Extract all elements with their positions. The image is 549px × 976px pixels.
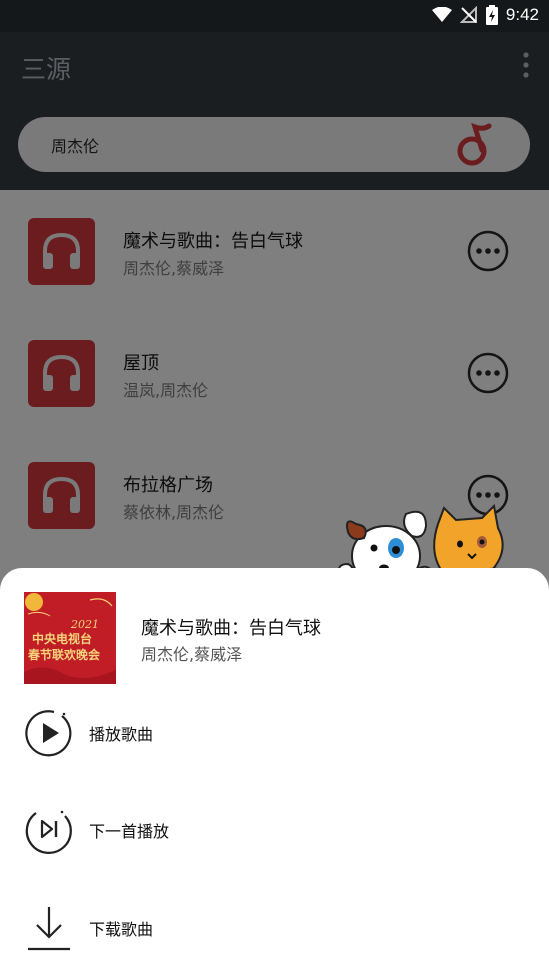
app-title: 三源 <box>21 55 72 84</box>
album-cover: 2021 中央电视台 春节联欢晚会 <box>24 592 116 684</box>
song-cover <box>28 340 95 407</box>
no-signal-icon <box>459 6 477 23</box>
song-title: 魔术与歌曲：告白气球 <box>123 231 303 252</box>
more-options-icon[interactable] <box>466 351 510 395</box>
sheet-song-title: 魔术与歌曲：告白气球 <box>141 618 321 639</box>
more-vert-icon[interactable] <box>523 52 529 78</box>
next-circle-icon <box>25 810 72 854</box>
song-row[interactable]: 屋顶 温岚,周杰伦 <box>0 312 549 434</box>
battery-icon <box>485 5 498 25</box>
album-cover-line1: 中央电视台 <box>32 632 93 646</box>
download-song-button[interactable]: 下载歌曲 <box>0 897 549 957</box>
sheet-song-artist: 周杰伦,蔡威泽 <box>141 645 243 664</box>
album-cover-line2: 春节联欢晚会 <box>28 648 101 662</box>
headphones-icon <box>43 354 80 391</box>
app-bar: 三源 周杰伦 <box>0 32 549 190</box>
song-list: 魔术与歌曲：告白气球 周杰伦,蔡威泽 屋顶 温岚,周杰伦 布拉格广场 蔡依林,周… <box>0 190 549 556</box>
song-row[interactable]: 魔术与歌曲：告白气球 周杰伦,蔡威泽 <box>0 190 549 312</box>
download-song-label: 下载歌曲 <box>89 920 154 939</box>
status-bar: 9:42 <box>0 0 549 32</box>
song-title: 屋顶 <box>123 353 159 374</box>
headphones-icon <box>43 232 80 269</box>
play-song-button[interactable]: 播放歌曲 <box>0 702 549 762</box>
song-cover <box>28 218 95 285</box>
wifi-icon <box>431 7 452 22</box>
song-artist: 蔡依林,周杰伦 <box>123 503 225 522</box>
play-song-label: 播放歌曲 <box>89 725 154 744</box>
headphones-icon <box>43 476 80 513</box>
search-input[interactable]: 周杰伦 <box>18 117 530 172</box>
status-time: 9:42 <box>505 5 539 24</box>
download-icon <box>28 907 70 951</box>
more-options-icon[interactable] <box>466 229 510 273</box>
music-note-icon[interactable] <box>455 122 495 168</box>
play-circle-icon <box>25 710 72 757</box>
song-options-sheet: 2021 中央电视台 春节联欢晚会 魔术与歌曲：告白气球 周杰伦,蔡威泽 播放歌… <box>0 568 549 976</box>
play-next-label: 下一首播放 <box>89 822 170 841</box>
song-artist: 温岚,周杰伦 <box>123 381 209 400</box>
song-cover <box>28 462 95 529</box>
play-next-button[interactable]: 下一首播放 <box>0 799 549 859</box>
song-title: 布拉格广场 <box>123 475 213 496</box>
search-input-value: 周杰伦 <box>51 137 100 156</box>
status-icons: 9:42 <box>431 5 539 25</box>
song-artist: 周杰伦,蔡威泽 <box>123 259 225 278</box>
